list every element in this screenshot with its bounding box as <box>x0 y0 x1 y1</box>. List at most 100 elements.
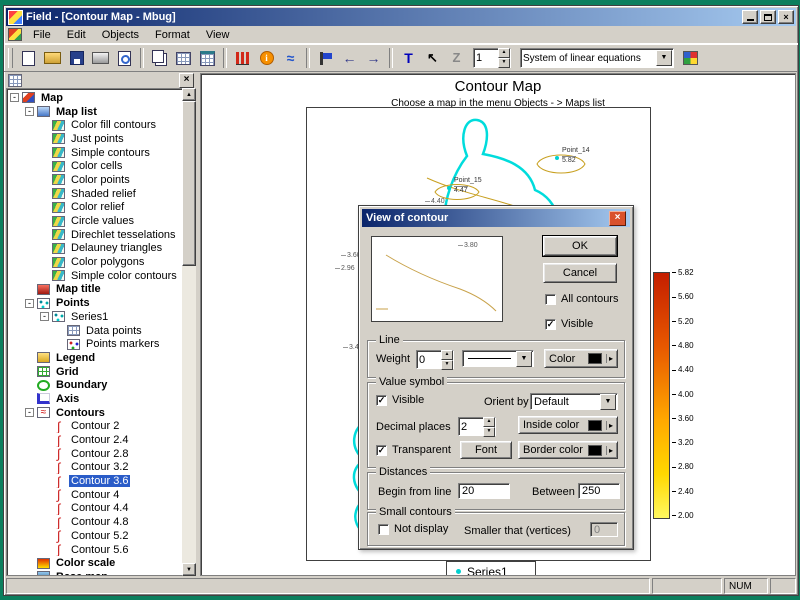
menu-format[interactable]: Format <box>148 28 197 42</box>
tree-item-contour-4-8[interactable]: Contour 4.8 <box>7 515 182 529</box>
info-button[interactable] <box>255 47 278 69</box>
tree-item-color-cells[interactable]: Color cells <box>7 159 182 173</box>
tree-item-contour-3-2[interactable]: Contour 3.2 <box>7 461 182 475</box>
solver-combo[interactable]: System of linear equations▼ <box>520 48 674 68</box>
tree-item-contours[interactable]: -Contours <box>7 406 182 420</box>
collapse-icon[interactable]: - <box>40 312 49 321</box>
all-contours-checkbox[interactable]: All contours <box>545 293 618 305</box>
inside-color-button[interactable]: Inside color ▸ <box>518 416 618 434</box>
print-preview-button[interactable] <box>113 47 136 69</box>
copy-button[interactable] <box>148 47 171 69</box>
toolbar-grip[interactable] <box>8 48 13 68</box>
not-display-checkbox[interactable]: Not display <box>378 523 448 535</box>
spin-up-icon[interactable]: ▲ <box>441 350 453 360</box>
scroll-down-icon[interactable]: ▼ <box>182 563 196 576</box>
tree-item-color-points[interactable]: Color points <box>7 173 182 187</box>
menu-edit[interactable]: Edit <box>60 28 93 42</box>
tree-item-direchlet-tesselations[interactable]: Direchlet tesselations <box>7 228 182 242</box>
menu-file[interactable]: File <box>26 28 58 42</box>
minimize-button[interactable] <box>742 10 758 24</box>
save-button[interactable] <box>65 47 88 69</box>
between-input[interactable] <box>578 483 620 499</box>
collapse-icon[interactable]: - <box>25 299 34 308</box>
tree-item-map-list[interactable]: -Map list <box>7 105 182 119</box>
menu-objects[interactable]: Objects <box>95 28 146 42</box>
chart-button[interactable]: ≈ <box>279 47 302 69</box>
tree-item-just-points[interactable]: Just points <box>7 132 182 146</box>
orient-by-combo[interactable]: Default ▼ <box>530 393 618 410</box>
transparent-checkbox[interactable]: Transparent <box>376 444 451 456</box>
border-color-button[interactable]: Border color ▸ <box>518 441 618 459</box>
maps-button[interactable] <box>679 47 702 69</box>
tree-item-color-relief[interactable]: Color relief <box>7 201 182 215</box>
tree-item-boundary[interactable]: Boundary <box>7 378 182 392</box>
tree-item-contour-5-2[interactable]: Contour 5.2 <box>7 529 182 543</box>
smaller-that-input[interactable] <box>590 522 618 537</box>
weight-input[interactable] <box>417 354 441 366</box>
menu-view[interactable]: View <box>199 28 237 42</box>
tree-item-contour-4[interactable]: Contour 4 <box>7 488 182 502</box>
z-order-button[interactable]: Z <box>445 47 468 69</box>
dialog-close-button[interactable]: × <box>609 211 626 226</box>
spin-up-icon[interactable]: ▲ <box>498 48 510 58</box>
tree-item-shaded-relief[interactable]: Shaded relief <box>7 187 182 201</box>
scroll-up-icon[interactable]: ▲ <box>182 88 196 101</box>
scrollbar-thumb[interactable] <box>182 101 196 266</box>
weight-spinner[interactable]: ▲▼ <box>416 350 454 369</box>
line-color-button[interactable]: Color ▸ <box>544 349 618 368</box>
iterations-spinner[interactable]: ▲▼ <box>473 48 511 68</box>
collapse-icon[interactable]: - <box>25 107 34 116</box>
cancel-button[interactable]: Cancel <box>543 263 617 283</box>
tree-item-delauney-triangles[interactable]: Delauney triangles <box>7 242 182 256</box>
table-button[interactable] <box>196 47 219 69</box>
tree-item-axis[interactable]: Axis <box>7 392 182 406</box>
collapse-icon[interactable]: - <box>10 93 19 102</box>
decimal-places-spinner[interactable]: ▲▼ <box>458 417 496 436</box>
tree-item-contour-3-6[interactable]: Contour 3.6 <box>7 474 182 488</box>
line-style-combo[interactable]: ▼ <box>462 350 534 367</box>
title-bar[interactable]: Field - [Contour Map - Mbug] × <box>6 8 796 26</box>
chevron-down-icon[interactable]: ▼ <box>516 351 532 367</box>
legend[interactable]: Series1 <box>446 561 536 576</box>
spinner-arrows[interactable]: ▲▼ <box>441 350 453 370</box>
spin-up-icon[interactable]: ▲ <box>483 417 495 427</box>
chevron-down-icon[interactable]: ▼ <box>656 50 672 66</box>
tree-item-grid[interactable]: Grid <box>7 365 182 379</box>
tree-item-points[interactable]: -Points <box>7 296 182 310</box>
pointer-button[interactable]: ↖ <box>421 47 444 69</box>
spinner-arrows[interactable]: ▲▼ <box>498 48 510 68</box>
tree-scrollbar[interactable]: ▲ ▼ <box>182 88 196 576</box>
tree-item-map[interactable]: -Map <box>7 91 182 105</box>
spin-down-icon[interactable]: ▼ <box>441 360 453 370</box>
tree-item-data-points[interactable]: Data points <box>7 324 182 338</box>
open-button[interactable] <box>41 47 64 69</box>
tree-item-simple-contours[interactable]: Simple contours <box>7 146 182 160</box>
new-button[interactable] <box>17 47 40 69</box>
tree-item-legend[interactable]: Legend <box>7 351 182 365</box>
tree-item-contour-5-6[interactable]: Contour 5.6 <box>7 543 182 557</box>
maximize-button[interactable] <box>760 10 776 24</box>
tree-item-circle-values[interactable]: Circle values <box>7 214 182 228</box>
document-icon[interactable] <box>8 28 22 41</box>
flag-button[interactable] <box>314 47 337 69</box>
close-button[interactable]: × <box>778 10 794 24</box>
iterations-input[interactable] <box>474 52 498 64</box>
chevron-down-icon[interactable]: ▼ <box>600 394 616 410</box>
value-visible-checkbox[interactable]: Visible <box>376 394 424 406</box>
tree-item-simple-color-contours[interactable]: Simple color contours <box>7 269 182 283</box>
tree-item-points-markers[interactable]: Points markers <box>7 337 182 351</box>
dialog-title-bar[interactable]: View of contour × <box>362 209 630 227</box>
chart-3d-button[interactable] <box>231 47 254 69</box>
collapse-icon[interactable]: - <box>25 408 34 417</box>
back-button[interactable]: ← <box>338 47 361 69</box>
decimal-places-input[interactable] <box>459 421 483 433</box>
tree-item-color-polygons[interactable]: Color polygons <box>7 255 182 269</box>
sp inner-arrows[interactable]: ▲▼ <box>483 417 495 437</box>
tree-item-series1[interactable]: -Series1 <box>7 310 182 324</box>
tree-item-contour-2-4[interactable]: Contour 2.4 <box>7 433 182 447</box>
font-button[interactable]: Font <box>460 441 512 459</box>
spin-down-icon[interactable]: ▼ <box>483 427 495 437</box>
ok-button[interactable]: OK <box>543 236 617 256</box>
forward-button[interactable]: → <box>362 47 385 69</box>
tree-item-base-map[interactable]: Base map <box>7 570 182 576</box>
